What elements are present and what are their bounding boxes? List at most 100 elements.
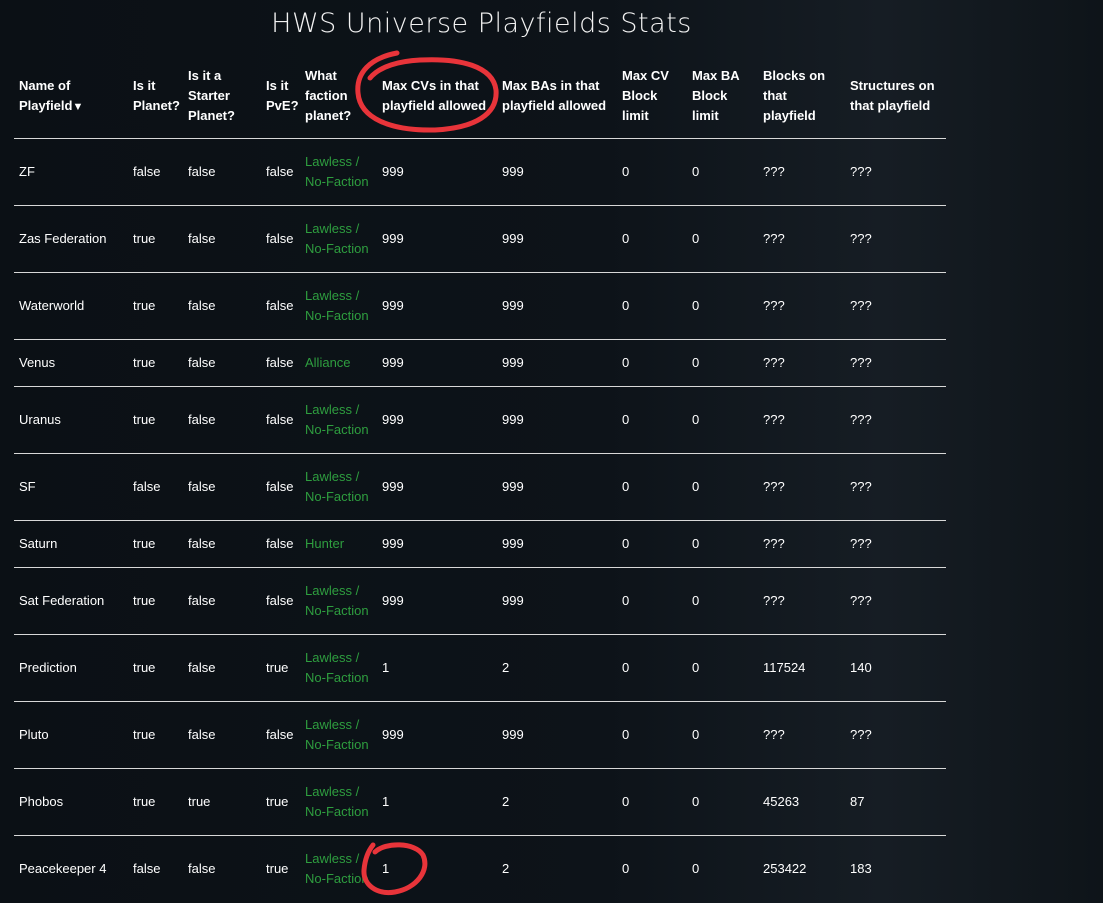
cell-structures: ??? bbox=[845, 567, 946, 635]
cell-is-starter: false bbox=[183, 339, 261, 387]
cell-max-ba-block-limit: 0 bbox=[692, 861, 700, 877]
cell-name: Waterworld bbox=[14, 272, 128, 340]
cell-max-cvs: 999 bbox=[377, 520, 497, 568]
header-faction[interactable]: What faction planet? bbox=[300, 60, 377, 139]
cell-is-starter: false bbox=[183, 272, 261, 340]
cell-max-bas: 2 bbox=[502, 861, 510, 877]
cell-max-bas: 2 bbox=[497, 634, 617, 702]
header-is-starter[interactable]: Is it a Starter Planet? bbox=[183, 60, 261, 139]
cell-faction: Lawless / No-Faction bbox=[300, 634, 377, 702]
cell-max-ba-block-limit: 0 bbox=[687, 272, 758, 340]
cell-name: Prediction bbox=[14, 634, 128, 702]
cell-max-cvs: 999 bbox=[377, 205, 497, 273]
cell-structures: ??? bbox=[845, 205, 946, 273]
cell-faction: Lawless / No-Faction bbox=[300, 386, 377, 454]
header-max-cvs[interactable]: Max CVs in that playfield allowed bbox=[377, 60, 497, 139]
header-blocks[interactable]: Blocks on that playfield bbox=[758, 60, 845, 139]
header-row: Name of Playfield▼ Is it Planet? Is it a… bbox=[14, 60, 946, 139]
cell-name: Saturn bbox=[14, 520, 128, 568]
header-max-bas[interactable]: Max BAs in that playfield allowed bbox=[497, 60, 617, 139]
header-max-cv-block-limit[interactable]: Max CV Block limit bbox=[617, 60, 687, 139]
cell-max-ba-block-limit: 0 bbox=[687, 768, 758, 836]
cell-max-cvs: 999 bbox=[377, 138, 497, 206]
cell-is-starter: true bbox=[183, 768, 261, 836]
cell-max-cvs: 999 bbox=[377, 453, 497, 521]
cell-is-planet: true bbox=[128, 205, 183, 273]
cell-name: Zas Federation bbox=[14, 205, 128, 273]
cell-max-cvs: 1 bbox=[382, 861, 390, 877]
header-is-pve[interactable]: Is it PvE? bbox=[261, 60, 300, 139]
cell-max-cv-block-limit: 0 bbox=[622, 861, 630, 877]
table-row: Sat Federation true false false Lawless / No… bbox=[14, 567, 946, 635]
cell-is-pve: false bbox=[261, 520, 300, 568]
cell-max-cvs: 999 bbox=[377, 567, 497, 635]
cell-name: Peacekeeper 4 bbox=[19, 861, 107, 877]
cell-structures: ??? bbox=[845, 138, 946, 206]
cell-is-starter: false bbox=[183, 386, 261, 454]
cell-is-starter: false bbox=[183, 701, 261, 769]
cell-max-cvs: 1 bbox=[377, 634, 497, 702]
table-row: Venus true false false Alliance 999 999 0 0?????… bbox=[14, 339, 946, 387]
cell-is-planet: true bbox=[128, 520, 183, 568]
cell-max-cv-block-limit: 0 bbox=[617, 339, 687, 387]
cell-faction: Lawless / No-Faction bbox=[300, 138, 377, 206]
cell-faction: Hunter bbox=[300, 520, 377, 568]
cell-faction: Alliance bbox=[300, 339, 377, 387]
cell-structures: ??? bbox=[845, 453, 946, 521]
cell-blocks: ??? bbox=[758, 339, 845, 387]
table-row: Uranus true false false Lawless / No-Faction… bbox=[14, 386, 946, 454]
cell-max-cvs: 999 bbox=[377, 386, 497, 454]
cell-name: Venus bbox=[14, 339, 128, 387]
header-name-of-playfield[interactable]: Name of Playfield▼ bbox=[14, 60, 128, 139]
cell-max-cv-block-limit: 0 bbox=[617, 520, 687, 568]
cell-is-starter: false bbox=[183, 520, 261, 568]
cell-max-bas: 999 bbox=[497, 339, 617, 387]
cell-max-cvs: 999 bbox=[377, 272, 497, 340]
header-max-ba-block-limit[interactable]: Max BA Block limit bbox=[687, 60, 758, 139]
cell-is-starter: false bbox=[183, 453, 261, 521]
cell-is-planet: false bbox=[128, 453, 183, 521]
cell-name: ZF bbox=[14, 138, 128, 206]
cell-is-planet: false bbox=[128, 138, 183, 206]
cell-blocks: 117524 bbox=[758, 634, 845, 702]
cell-is-starter: false bbox=[188, 861, 216, 877]
table-row: Pluto true false false Lawless / No-Faction 9… bbox=[14, 701, 946, 769]
cell-max-cv-block-limit: 0 bbox=[617, 768, 687, 836]
cell-max-cv-block-limit: 0 bbox=[617, 567, 687, 635]
table-row: Waterworld true false false Lawless / No-Fac… bbox=[14, 272, 946, 340]
cell-faction: Lawless / No-Faction bbox=[300, 272, 377, 340]
cell-max-bas: 999 bbox=[497, 272, 617, 340]
cell-max-cv-block-limit: 0 bbox=[617, 634, 687, 702]
cell-max-cv-block-limit: 0 bbox=[617, 453, 687, 521]
cell-structures: ??? bbox=[845, 701, 946, 769]
cell-max-ba-block-limit: 0 bbox=[687, 701, 758, 769]
cell-structures: ??? bbox=[845, 339, 946, 387]
cell-is-planet: true bbox=[128, 386, 183, 454]
cell-is-starter: false bbox=[183, 634, 261, 702]
cell-structures: 183 bbox=[850, 861, 872, 877]
cell-blocks: ??? bbox=[758, 453, 845, 521]
cell-faction: Lawless / No-Faction bbox=[300, 567, 377, 635]
cell-is-pve: true bbox=[261, 768, 300, 836]
table-body: ZF false false false Lawless / No-Faction 999… bbox=[14, 138, 946, 903]
cell-is-pve: false bbox=[261, 386, 300, 454]
cell-max-ba-block-limit: 0 bbox=[687, 386, 758, 454]
cell-blocks: ??? bbox=[758, 520, 845, 568]
cell-structures: 87 bbox=[845, 768, 946, 836]
cell-max-bas: 999 bbox=[497, 567, 617, 635]
cell-is-pve: false bbox=[261, 701, 300, 769]
cell-is-pve: false bbox=[261, 339, 300, 387]
cell-max-cv-block-limit: 0 bbox=[617, 272, 687, 340]
header-structures[interactable]: Structures on that playfield bbox=[845, 60, 946, 139]
header-is-planet[interactable]: Is it Planet? bbox=[128, 60, 183, 139]
cell-is-planet: true bbox=[128, 339, 183, 387]
cell-is-pve: false bbox=[261, 205, 300, 273]
cell-max-cv-block-limit: 0 bbox=[617, 138, 687, 206]
cell-max-ba-block-limit: 0 bbox=[687, 634, 758, 702]
cell-is-pve: false bbox=[261, 453, 300, 521]
cell-blocks: ??? bbox=[758, 205, 845, 273]
cell-is-planet: true bbox=[128, 768, 183, 836]
page: HWS Universe Playfields Stats Name of Pl… bbox=[0, 0, 1103, 903]
table-row: Zas Federation true false false Lawless / No… bbox=[14, 205, 946, 273]
cell-max-cvs: 999 bbox=[377, 701, 497, 769]
